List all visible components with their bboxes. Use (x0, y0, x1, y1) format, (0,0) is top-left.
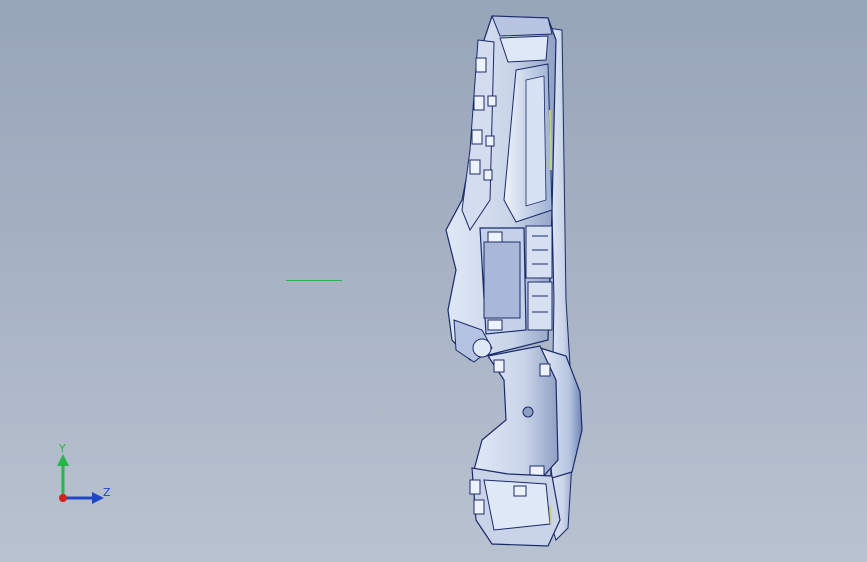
dashboard-3d-model[interactable] (0, 0, 867, 562)
view-triad: Y Z (57, 442, 111, 504)
top-vent (491, 15, 553, 37)
graphics-viewport[interactable]: Y Z (0, 0, 867, 562)
triad-z-label: Z (103, 486, 111, 499)
sketch-line[interactable] (286, 280, 342, 281)
triad-y-label: Y (58, 442, 66, 455)
